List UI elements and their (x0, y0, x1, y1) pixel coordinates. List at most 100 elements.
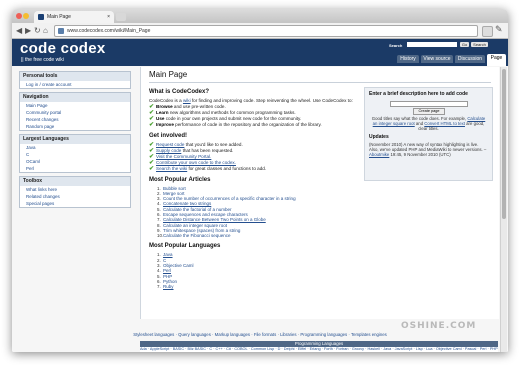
article-link[interactable]: Trim whitespace (spaces) from a string (163, 228, 240, 233)
check-icon: ✔ (149, 115, 155, 122)
community-portal-link[interactable]: Visit the Community Portal. (156, 154, 211, 159)
sidebar-item-recent-changes[interactable]: Recent changes (20, 116, 130, 123)
wrench-icon[interactable]: ✎ (495, 24, 503, 35)
article-link[interactable]: Calculate the factorial of a number (163, 207, 232, 212)
article-link[interactable]: Escape sequences and escape characters (163, 212, 248, 217)
request-code-link[interactable]: Request code (156, 142, 184, 147)
contribute-link[interactable]: Contribute your own code to the codex. (156, 160, 236, 165)
site-tagline: || the free code wiki (21, 57, 64, 63)
check-icon: ✔ (149, 109, 155, 116)
sidebar-item-ocaml[interactable]: OCaml (20, 158, 130, 165)
tab-close-icon[interactable]: × (107, 11, 110, 23)
list-item[interactable]: 7. Ruby (149, 284, 354, 289)
sidebar-item-special-pages[interactable]: Special pages (20, 200, 130, 207)
update-text: (November 2010) A new way of syntax high… (369, 142, 487, 152)
page-content: code codex || the free code wiki Search … (12, 39, 508, 352)
url-text: www.codecodex.com/wiki/Main_Page (67, 28, 151, 34)
intro-text: CodeCodex is a (149, 98, 183, 103)
search-label: Search (389, 43, 403, 48)
page-menu-icon[interactable] (482, 26, 493, 37)
item-text: that you'd like to see added. (184, 141, 243, 147)
supply-code-link[interactable]: Supply code (156, 148, 181, 153)
item-text: new algorithms and methods for common pr… (168, 109, 296, 115)
tab-history[interactable]: History (397, 55, 419, 63)
item-bold: Browse (156, 103, 173, 109)
language-link[interactable]: Python (163, 279, 177, 284)
check-icon: ✔ (149, 103, 155, 110)
personal-tools-portlet: Personal tools Log in / create account (19, 71, 131, 89)
sidebar-item-community-portal[interactable]: Community portal (20, 109, 130, 116)
article-link[interactable]: Concatenate two strings (163, 201, 211, 206)
new-page-title-input[interactable] (390, 101, 468, 107)
toolbar: ◀ ▶ ↻ ⌂ www.codecodex.com/wiki/Main_Page… (12, 23, 508, 39)
main-content: Main Page What is CodeCodex? CodeCodex i… (140, 67, 499, 319)
scrollbar[interactable] (500, 67, 507, 352)
add-code-title: Enter a brief description here to add co… (369, 91, 468, 97)
section-heading: What is CodeCodex? (149, 89, 210, 95)
watermark: OSHINE.COM (401, 321, 477, 331)
item-text: for great classes and functions to add. (187, 165, 267, 171)
sidebar-item-c[interactable]: C (20, 151, 130, 158)
language-link[interactable]: Ruby (163, 284, 174, 289)
browser-tab[interactable]: Main Page × (34, 11, 114, 23)
sidebar-item-main-page[interactable]: Main Page (20, 102, 130, 109)
minimize-window-icon[interactable] (23, 13, 29, 19)
close-window-icon[interactable] (16, 13, 22, 19)
article-link[interactable]: Calculate an integer square root (163, 223, 227, 228)
list-item[interactable]: 10.Calculate the Fibonacci sequence (149, 233, 354, 238)
updates-text: (November 2010) A new way of syntax high… (369, 142, 488, 157)
check-icon: ✔ (149, 153, 155, 160)
user-link[interactable]: Aboutmike (369, 152, 389, 157)
home-icon[interactable]: ⌂ (43, 26, 48, 35)
create-page-button[interactable]: Create page (413, 108, 445, 115)
programming-languages-list[interactable]: Ada · AppleScript · BASIC · Bliz BASIC ·… (140, 347, 498, 352)
search-input[interactable] (407, 42, 457, 47)
tab-discussion[interactable]: Discussion (455, 55, 485, 63)
language-link[interactable]: Java (163, 252, 173, 257)
scrollbar-thumb[interactable] (502, 69, 506, 219)
article-link[interactable]: Count the number of occurrences of a spe… (163, 196, 296, 201)
language-link[interactable]: Objective Caml (163, 263, 194, 268)
sidebar-item-login[interactable]: Log in / create account (20, 81, 130, 88)
search-button[interactable]: Search (471, 42, 488, 47)
section-heading: Get involved! (149, 132, 188, 139)
sidebar-item-java[interactable]: Java (20, 144, 130, 151)
article-link[interactable]: Bubble sort (163, 186, 186, 191)
updates-heading: Updates (369, 134, 389, 140)
address-bar[interactable]: www.codecodex.com/wiki/Main_Page (54, 25, 478, 37)
divider (149, 82, 491, 83)
new-tab-button[interactable] (116, 13, 126, 21)
check-icon: ✔ (149, 159, 155, 166)
sidebar-item-random-page[interactable]: Random page (20, 123, 130, 130)
footer-links[interactable]: Stylesheet languages · Query languages ·… (12, 332, 508, 337)
tab-bar: Main Page × (12, 9, 508, 23)
item-bold: Learn (156, 109, 169, 115)
sidebar-item-perl[interactable]: Perl (20, 165, 130, 172)
go-button[interactable]: Go (460, 42, 469, 47)
largest-languages-portlet: Largest Languages Java C OCaml Perl (19, 134, 131, 173)
check-icon: ✔ (149, 141, 155, 148)
language-link[interactable]: PHP (163, 274, 172, 279)
section-heading: Most Popular Articles (149, 176, 211, 183)
portlet-title: Largest Languages (23, 136, 69, 142)
forward-icon[interactable]: ▶ (25, 26, 31, 35)
back-icon[interactable]: ◀ (16, 26, 22, 35)
sidebar-item-related-changes[interactable]: Related changes (20, 193, 130, 200)
add-code-help: Good titles say what the code does. For … (369, 116, 488, 131)
tab-view-source[interactable]: View source (421, 55, 453, 63)
tab-page[interactable]: Page (487, 54, 506, 66)
reload-icon[interactable]: ↻ (34, 26, 41, 35)
language-link[interactable]: C (163, 258, 166, 263)
page-title: Main Page (149, 70, 188, 79)
search-wiki-link[interactable]: Search the wiki (156, 166, 187, 171)
check-icon: ✔ (149, 147, 155, 154)
wiki-link[interactable]: wiki (183, 98, 191, 103)
article-link[interactable]: Calculate Distance Between Two Points on… (163, 217, 266, 222)
portlet-title: Navigation (23, 94, 49, 100)
article-link[interactable]: Merge sort (163, 191, 185, 196)
language-link[interactable]: Perl (163, 268, 171, 273)
site-logo[interactable]: code codex (20, 40, 106, 57)
sidebar-item-what-links-here[interactable]: What links here (20, 186, 130, 193)
list-item: ✔ Improve performance of code in the repo… (149, 122, 354, 128)
article-link[interactable]: Calculate the Fibonacci sequence (163, 233, 231, 238)
